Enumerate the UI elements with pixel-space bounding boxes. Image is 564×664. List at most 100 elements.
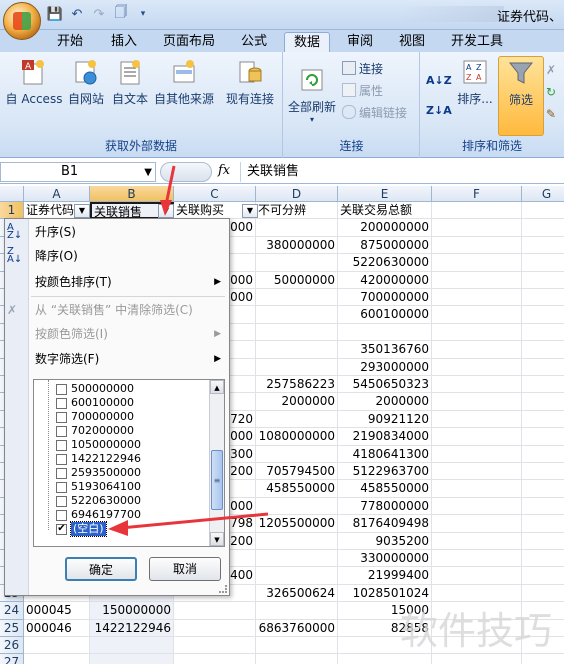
cell-d1[interactable]: 不可分辨 [256, 202, 338, 220]
connections-button[interactable]: 连接 [342, 58, 383, 78]
tab-page-layout[interactable]: 页面布局 [156, 32, 222, 52]
checkbox-icon[interactable] [56, 425, 67, 437]
from-text-button[interactable]: 自文本 [108, 56, 152, 118]
cell-d17[interactable]: 458550000 [256, 480, 338, 498]
sort-desc-button[interactable]: Z↓A [426, 100, 452, 120]
checkbox-icon[interactable] [56, 383, 67, 395]
cell-e22[interactable]: 21999400 [338, 567, 432, 585]
cell-g21[interactable] [522, 550, 564, 568]
checkbox-icon[interactable] [56, 411, 67, 423]
advanced-filter-button[interactable]: ✎ [546, 104, 556, 124]
filter-value-item[interactable]: 700000000 [56, 410, 134, 424]
cell-e27[interactable] [338, 654, 432, 664]
cell-d7[interactable] [256, 306, 338, 324]
cell-g14[interactable] [522, 428, 564, 446]
reapply-filter-button[interactable]: ↻ [546, 82, 556, 102]
redo-icon[interactable]: ↷ [90, 5, 108, 23]
cell-g27[interactable] [522, 654, 564, 664]
cell-g11[interactable] [522, 376, 564, 394]
filter-value-item[interactable]: 600100000 [56, 396, 134, 410]
cell-e13[interactable]: 90921120 [338, 410, 432, 429]
filter-value-item[interactable]: 5193064100 [56, 480, 141, 494]
cell-g13[interactable] [522, 411, 564, 429]
cell-g17[interactable] [522, 480, 564, 498]
filter-value-item[interactable]: 6946197700 [56, 508, 141, 522]
checkbox-icon[interactable] [56, 481, 67, 493]
cell-g9[interactable] [522, 341, 564, 359]
cell-d26[interactable] [256, 637, 338, 655]
cell-f6[interactable] [432, 289, 522, 307]
cell-g18[interactable] [522, 498, 564, 516]
list-vertical-scrollbar[interactable]: ▲ ≡ ▼ [209, 380, 224, 546]
cell-g2[interactable] [522, 219, 564, 237]
sort-asc-button[interactable]: A↓Z [426, 70, 452, 90]
cell-d4[interactable] [256, 254, 338, 272]
cell-e4[interactable]: 5220630000 [338, 254, 432, 272]
checkbox-icon[interactable] [56, 467, 67, 479]
cell-e5[interactable]: 420000000 [338, 271, 432, 289]
undo-icon[interactable]: ↶ [68, 5, 86, 23]
scroll-down-icon[interactable]: ▼ [210, 532, 224, 546]
cell-f13[interactable] [432, 410, 522, 429]
cell-f10[interactable] [432, 358, 522, 376]
edit-links-button[interactable]: 编辑链接 [342, 102, 407, 122]
cell-d5[interactable]: 50000000 [256, 271, 338, 289]
cell-d21[interactable] [256, 550, 338, 568]
cell-e3[interactable]: 875000000 [338, 236, 432, 255]
cell-f11[interactable] [432, 376, 522, 394]
cell-d9[interactable] [256, 341, 338, 359]
cell-g5[interactable] [522, 272, 564, 289]
cell-e11[interactable]: 5450650323 [338, 376, 432, 394]
cell-d20[interactable] [256, 532, 338, 550]
cell-f16[interactable] [432, 463, 522, 481]
cell-d24[interactable] [256, 602, 338, 620]
cell-d23[interactable]: 326500624 [256, 584, 338, 603]
cell-f22[interactable] [432, 567, 522, 585]
cell-f1[interactable] [432, 202, 522, 220]
cell-e16[interactable]: 5122963700 [338, 463, 432, 481]
cell-d19[interactable]: 1205500000 [256, 515, 338, 533]
filter-value-item[interactable]: 1050000000 [56, 438, 141, 452]
cell-d13[interactable] [256, 410, 338, 429]
row-header[interactable]: 24 [0, 602, 24, 620]
resize-grip-icon[interactable] [219, 585, 227, 593]
scroll-up-icon[interactable]: ▲ [210, 380, 224, 394]
column-header-f[interactable]: F [432, 186, 522, 202]
cell-d15[interactable] [256, 445, 338, 463]
column-header-e[interactable]: E [338, 186, 432, 202]
cell-f3[interactable] [432, 236, 522, 255]
filter-value-item[interactable]: ✔ (空白) [56, 521, 107, 537]
cell-e20[interactable]: 9035200 [338, 532, 432, 550]
cell-f15[interactable] [432, 445, 522, 463]
cell-f17[interactable] [432, 480, 522, 498]
row-header[interactable]: 27 [0, 654, 24, 664]
print-preview-icon[interactable]: 🗍 [112, 5, 130, 23]
cell-f7[interactable] [432, 306, 522, 324]
cell-e8[interactable] [338, 323, 432, 342]
column-header-g[interactable]: G [522, 186, 564, 202]
checkbox-icon[interactable] [56, 495, 67, 507]
cell-b27[interactable] [90, 654, 174, 664]
cell-c27[interactable] [174, 654, 256, 664]
cell-f9[interactable] [432, 341, 522, 359]
checkbox-icon[interactable] [56, 439, 67, 451]
column-header-b[interactable]: B [90, 186, 174, 202]
cell-d3[interactable]: 380000000 [256, 236, 338, 255]
cell-c24[interactable] [174, 602, 256, 620]
cell-f8[interactable] [432, 323, 522, 342]
cell-e14[interactable]: 2190834000 [338, 428, 432, 446]
checkbox-icon[interactable] [56, 509, 67, 521]
clear-filter-button[interactable]: ✗ [546, 60, 556, 80]
cell-g10[interactable] [522, 359, 564, 376]
cell-e10[interactable]: 293000000 [338, 358, 432, 376]
from-other-sources-button[interactable]: 自其他来源 [152, 56, 216, 118]
filter-button[interactable]: 筛选 [498, 56, 544, 136]
cell-b24[interactable]: 150000000 [90, 602, 174, 620]
name-box-dropdown-icon[interactable]: ▼ [144, 164, 152, 182]
cell-f20[interactable] [432, 532, 522, 550]
refresh-all-dropdown-icon[interactable]: ▾ [286, 115, 338, 124]
tab-view[interactable]: 视图 [390, 32, 434, 52]
cell-a24[interactable]: 000045 [24, 602, 90, 620]
filter-value-item[interactable]: 2593500000 [56, 466, 141, 480]
cell-f21[interactable] [432, 550, 522, 568]
